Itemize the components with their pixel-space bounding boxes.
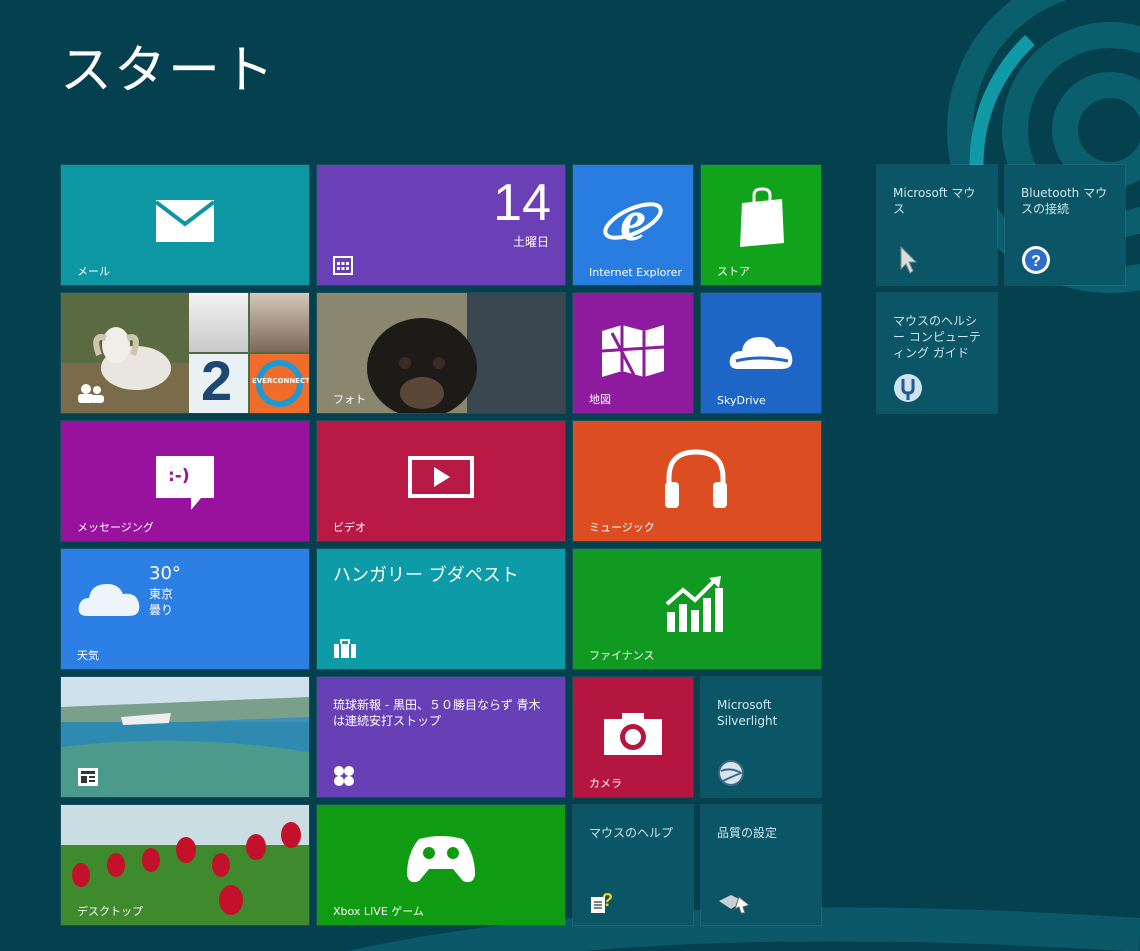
healthy-computing-tile[interactable]: マウスのヘルシー コンピューティング ガイド (876, 292, 998, 414)
maps-label: 地図 (589, 393, 611, 406)
desktop-label: デスクトップ (77, 905, 143, 918)
calendar-tile[interactable]: 14 土曜日 (316, 164, 566, 286)
suitcase-icon (334, 639, 356, 658)
xbox-controller-icon (407, 836, 475, 883)
video-label: ビデオ (333, 521, 366, 534)
store-tile[interactable]: ストア (700, 164, 822, 286)
maps-tile[interactable]: 地図 (572, 292, 694, 414)
weather-condition: 曇り (149, 603, 174, 617)
headphones-icon (665, 449, 727, 508)
mouse-help-label: マウスのヘルプ (589, 826, 674, 840)
microsoft-mouse-tile[interactable]: Microsoft マウス (876, 164, 998, 286)
photo-beach-tile[interactable] (60, 676, 310, 798)
everconnect-logo: EVERCONNECT (252, 377, 309, 385)
mail-label: メール (77, 265, 110, 278)
people-photo-grid: 2 EVERCONNECT (189, 293, 309, 413)
mail-icon (156, 200, 214, 242)
mail-tile[interactable]: メール (60, 164, 310, 286)
news-tile[interactable]: 琉球新報 - 黒田、５０勝目ならず 青木は連続安打ストップ (316, 676, 566, 798)
silverlight-tile[interactable]: Microsoft Silverlight (700, 676, 822, 798)
internet-explorer-tile[interactable]: e Internet Explorer (572, 164, 694, 286)
skydrive-tile[interactable]: SkyDrive (700, 292, 822, 414)
help-document-icon: ? (591, 890, 613, 913)
camera-icon (604, 713, 662, 755)
people-photo-woman (189, 293, 248, 352)
quality-settings-label: 品質の設定 (717, 826, 778, 840)
svg-text:?: ? (602, 890, 613, 910)
svg-text:e: e (620, 190, 646, 252)
weather-label: 天気 (77, 649, 99, 662)
news-icon (78, 768, 98, 786)
people-photo-letter: 2 (189, 349, 248, 413)
svg-text:?: ? (1031, 253, 1041, 270)
internet-explorer-icon: e (603, 190, 663, 252)
map-icon (601, 325, 665, 377)
messaging-emoticon: :-) (168, 466, 190, 486)
chat-bubble-icon: :-) (156, 456, 214, 498)
page-title: スタート (60, 41, 277, 101)
finance-label: ファイナンス (589, 649, 655, 662)
play-icon (408, 456, 474, 498)
news-icon (334, 766, 354, 786)
xbox-tile[interactable]: Xbox LIVE ゲーム (316, 804, 566, 926)
cursor-icon (900, 245, 918, 274)
people-tile[interactable]: 2 EVERCONNECT (60, 292, 310, 414)
chart-icon (665, 576, 723, 632)
travel-tile[interactable]: ハンガリー ブダペスト (316, 548, 566, 670)
camera-label: カメラ (589, 777, 622, 790)
photos-label: フォト (333, 393, 366, 406)
calendar-icon (333, 256, 353, 275)
calendar-weekday: 土曜日 (512, 235, 549, 249)
camera-tile[interactable]: カメラ (572, 676, 694, 798)
photos-tile[interactable]: フォト (316, 292, 566, 414)
microsoft-mouse-label: Microsoft マウス (893, 186, 976, 216)
bluetooth-mouse-label: Bluetooth マウスの接続 (1021, 186, 1108, 216)
bluetooth-mouse-tile[interactable]: Bluetooth マウスの接続 ? (1004, 164, 1126, 286)
calendar-day: 14 (493, 174, 551, 232)
people-icon (78, 384, 104, 403)
healthy-computing-label: マウスのヘルシー コンピューティング ガイド (893, 314, 981, 360)
skydrive-label: SkyDrive (717, 394, 766, 407)
internet-explorer-label: Internet Explorer (589, 266, 682, 279)
silverlight-icon (718, 760, 744, 786)
mouse-help-tile[interactable]: マウスのヘルプ ? (572, 804, 694, 926)
store-label: ストア (717, 265, 750, 278)
weather-temp: 30° (149, 563, 181, 584)
video-tile[interactable]: ビデオ (316, 420, 566, 542)
quality-settings-tile[interactable]: 品質の設定 (700, 804, 822, 926)
messaging-label: メッセージング (77, 521, 154, 534)
chat-bubble-tail (191, 498, 201, 510)
question-icon: ? (1022, 246, 1050, 274)
people-letter: 2 (201, 349, 233, 412)
weather-tile[interactable]: 30° 東京 曇り 天気 (60, 548, 310, 670)
cloud-icon (729, 337, 793, 369)
music-label: ミュージック (589, 521, 655, 534)
silverlight-label: Microsoft Silverlight (717, 698, 778, 728)
people-photo-everconnect: EVERCONNECT (250, 354, 309, 413)
travel-title: ハンガリー ブダペスト (333, 565, 519, 586)
shopping-bag-icon (740, 187, 784, 247)
xbox-label: Xbox LIVE ゲーム (333, 905, 424, 918)
news-headline: 琉球新報 - 黒田、５０勝目ならず 青木は連続安打ストップ (333, 698, 541, 728)
people-photo-man (250, 293, 309, 352)
messaging-tile[interactable]: :-) メッセージング (60, 420, 310, 542)
music-tile[interactable]: ミュージック (572, 420, 822, 542)
cloud-icon (78, 584, 140, 616)
desktop-tile[interactable]: デスクトップ (60, 804, 310, 926)
mouse-settings-icon (719, 895, 751, 914)
weather-city: 東京 (149, 587, 174, 601)
healthy-mouse-icon (894, 374, 922, 402)
finance-tile[interactable]: ファイナンス (572, 548, 822, 670)
